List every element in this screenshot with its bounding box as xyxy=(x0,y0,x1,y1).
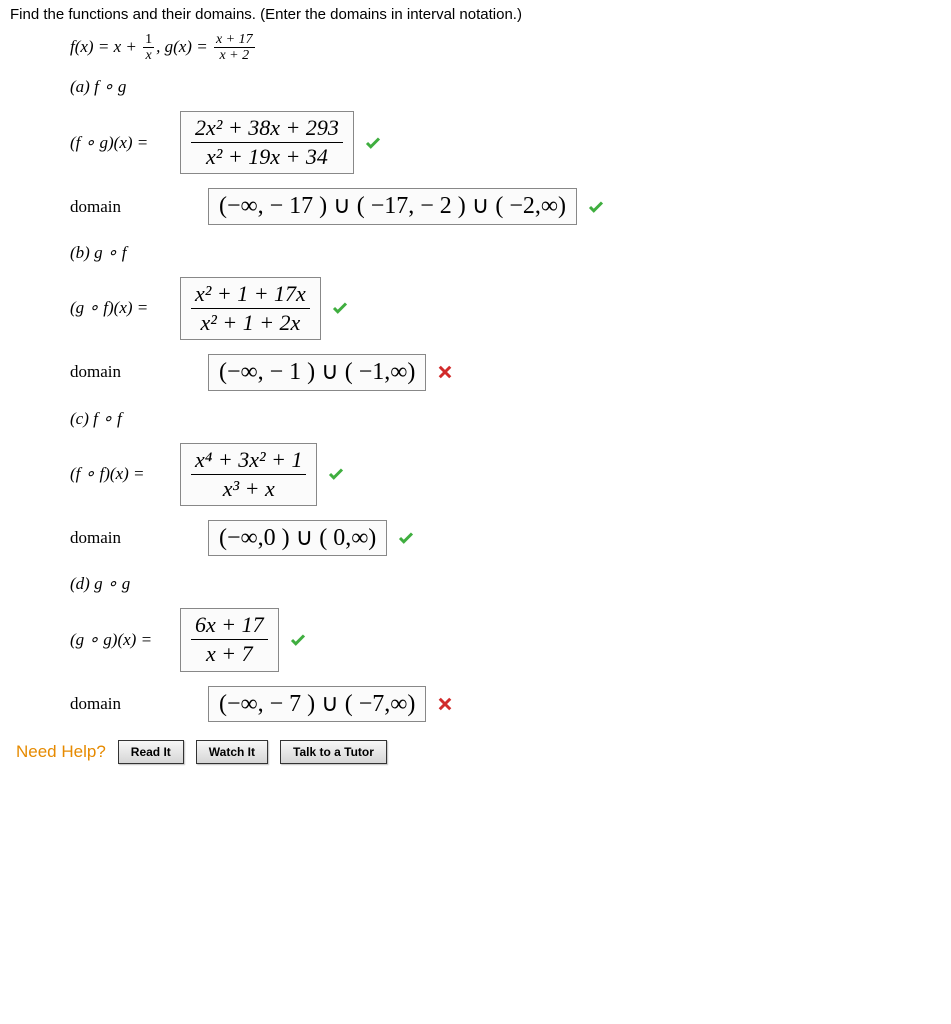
part-b-expr-lhs: (g ∘ f)(x) = xyxy=(70,298,180,318)
part-a-domain-answer[interactable]: (−∞, − 17 ) ∪ ( −17, − 2 ) ∪ ( −2,∞) xyxy=(208,188,577,224)
part-d-expr-answer[interactable]: 6x + 17 x + 7 xyxy=(180,608,279,671)
part-c: (c) f ∘ f (f ∘ f)(x) = x⁴ + 3x² + 1 x³ +… xyxy=(70,409,941,557)
check-icon xyxy=(327,465,345,483)
function-separator: , xyxy=(156,37,165,56)
part-c-expr-answer[interactable]: x⁴ + 3x² + 1 x³ + x xyxy=(180,443,317,506)
part-a-expr-answer[interactable]: 2x² + 38x + 293 x² + 19x + 34 xyxy=(180,111,354,174)
check-icon xyxy=(587,198,605,216)
read-it-button[interactable]: Read It xyxy=(118,740,184,764)
cross-icon xyxy=(436,695,454,713)
part-b-domain-answer[interactable]: (−∞, − 1 ) ∪ ( −1,∞) xyxy=(208,354,426,390)
watch-it-button[interactable]: Watch It xyxy=(196,740,268,764)
part-a-label: (a) f ∘ g xyxy=(70,77,941,97)
part-d-expr-lhs: (g ∘ g)(x) = xyxy=(70,630,180,650)
part-a: (a) f ∘ g (f ∘ g)(x) = 2x² + 38x + 293 x… xyxy=(70,77,941,225)
cross-icon xyxy=(436,363,454,381)
check-icon xyxy=(289,631,307,649)
g-fraction: x + 17x + 2 xyxy=(214,33,255,63)
given-functions: f(x) = x + 1x, g(x) = x + 17x + 2 xyxy=(70,33,941,63)
f-definition-lhs: f(x) = x + xyxy=(70,37,141,56)
part-b-expr-fraction: x² + 1 + 17x x² + 1 + 2x xyxy=(191,282,310,335)
part-c-expr-lhs: (f ∘ f)(x) = xyxy=(70,464,180,484)
talk-to-tutor-button[interactable]: Talk to a Tutor xyxy=(280,740,387,764)
need-help-bar: Need Help? Read It Watch It Talk to a Tu… xyxy=(16,740,941,764)
check-icon xyxy=(364,134,382,152)
f-fraction: 1x xyxy=(143,33,154,63)
part-d-domain-answer[interactable]: (−∞, − 7 ) ∪ ( −7,∞) xyxy=(208,686,426,722)
g-definition-lhs: g(x) = xyxy=(165,37,212,56)
part-b: (b) g ∘ f (g ∘ f)(x) = x² + 1 + 17x x² +… xyxy=(70,243,941,391)
part-c-expr-fraction: x⁴ + 3x² + 1 x³ + x xyxy=(191,448,306,501)
need-help-label: Need Help? xyxy=(16,742,106,762)
part-d-expr-fraction: 6x + 17 x + 7 xyxy=(191,613,268,666)
part-b-label: (b) g ∘ f xyxy=(70,243,941,263)
check-icon xyxy=(331,299,349,317)
check-icon xyxy=(397,529,415,547)
part-c-label: (c) f ∘ f xyxy=(70,409,941,429)
part-a-domain-label: domain xyxy=(70,197,180,217)
part-a-expr-lhs: (f ∘ g)(x) = xyxy=(70,133,180,153)
part-d-domain-label: domain xyxy=(70,694,180,714)
part-a-expr-fraction: 2x² + 38x + 293 x² + 19x + 34 xyxy=(191,116,343,169)
part-c-domain-label: domain xyxy=(70,528,180,548)
part-b-domain-label: domain xyxy=(70,362,180,382)
part-d-label: (d) g ∘ g xyxy=(70,574,941,594)
part-d: (d) g ∘ g (g ∘ g)(x) = 6x + 17 x + 7 dom… xyxy=(70,574,941,722)
part-c-domain-answer[interactable]: (−∞,0 ) ∪ ( 0,∞) xyxy=(208,520,387,556)
question-prompt: Find the functions and their domains. (E… xyxy=(10,6,941,23)
part-b-expr-answer[interactable]: x² + 1 + 17x x² + 1 + 2x xyxy=(180,277,321,340)
